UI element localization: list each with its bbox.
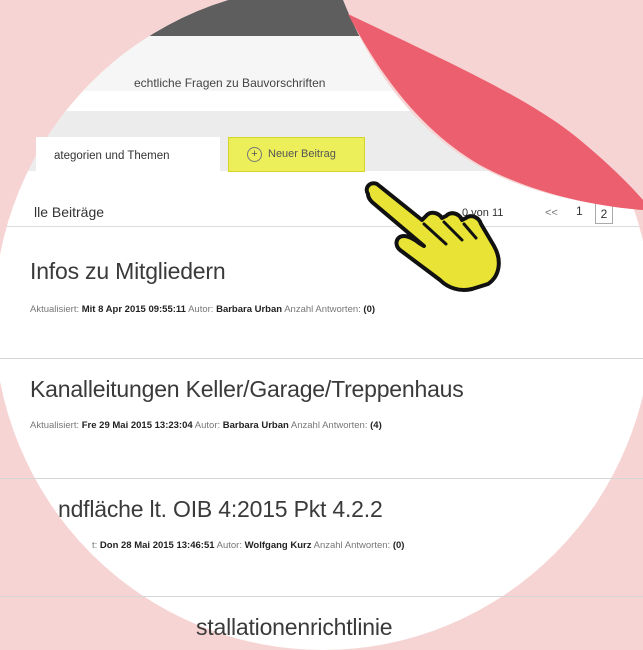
post-divider [0,596,643,597]
pagination-prev-link[interactable]: << [545,207,558,219]
post-author: Barbara Urban [216,304,283,315]
post-title-link[interactable]: ndfläche lt. OIB 4:2015 Pkt 4.2.2 [58,496,383,523]
categories-topics-button[interactable]: ategorien und Themen [36,137,220,175]
post-author: Wolfgang Kurz [244,540,312,551]
post-meta: Aktualisiert: Fre 29 Mai 2015 13:23:04 A… [30,420,382,431]
new-post-button[interactable]: + Neuer Beitrag [228,137,365,172]
post-title-link[interactable]: Kanalleitungen Keller/Garage/Treppenhaus [30,376,464,403]
forum-subtitle: echtliche Fragen zu Bauvorschriften [134,76,326,90]
post-divider [0,358,643,359]
post-title-link[interactable]: stallationenrichtlinie [196,614,393,641]
post-meta: Aktualisiert: Mit 8 Apr 2015 09:55:11 Au… [30,304,376,315]
new-post-label: Neuer Beitrag [268,148,336,160]
post-divider [0,478,643,479]
post-meta: t: Don 28 Mai 2015 13:46:51 Autor: Wolfg… [92,540,405,551]
post-title-link[interactable]: Infos zu Mitgliedern [30,258,226,285]
top-header-band [0,0,643,36]
plus-circle-icon: + [247,146,262,162]
hand-pointer-icon [364,181,501,292]
all-posts-heading: lle Beiträge [34,204,105,220]
pagination-page-1[interactable]: 1 [576,204,583,218]
magnified-forum-view [0,0,643,650]
pagination-page-2[interactable]: 2 [595,202,613,224]
post-author: Barbara Urban [222,420,289,431]
